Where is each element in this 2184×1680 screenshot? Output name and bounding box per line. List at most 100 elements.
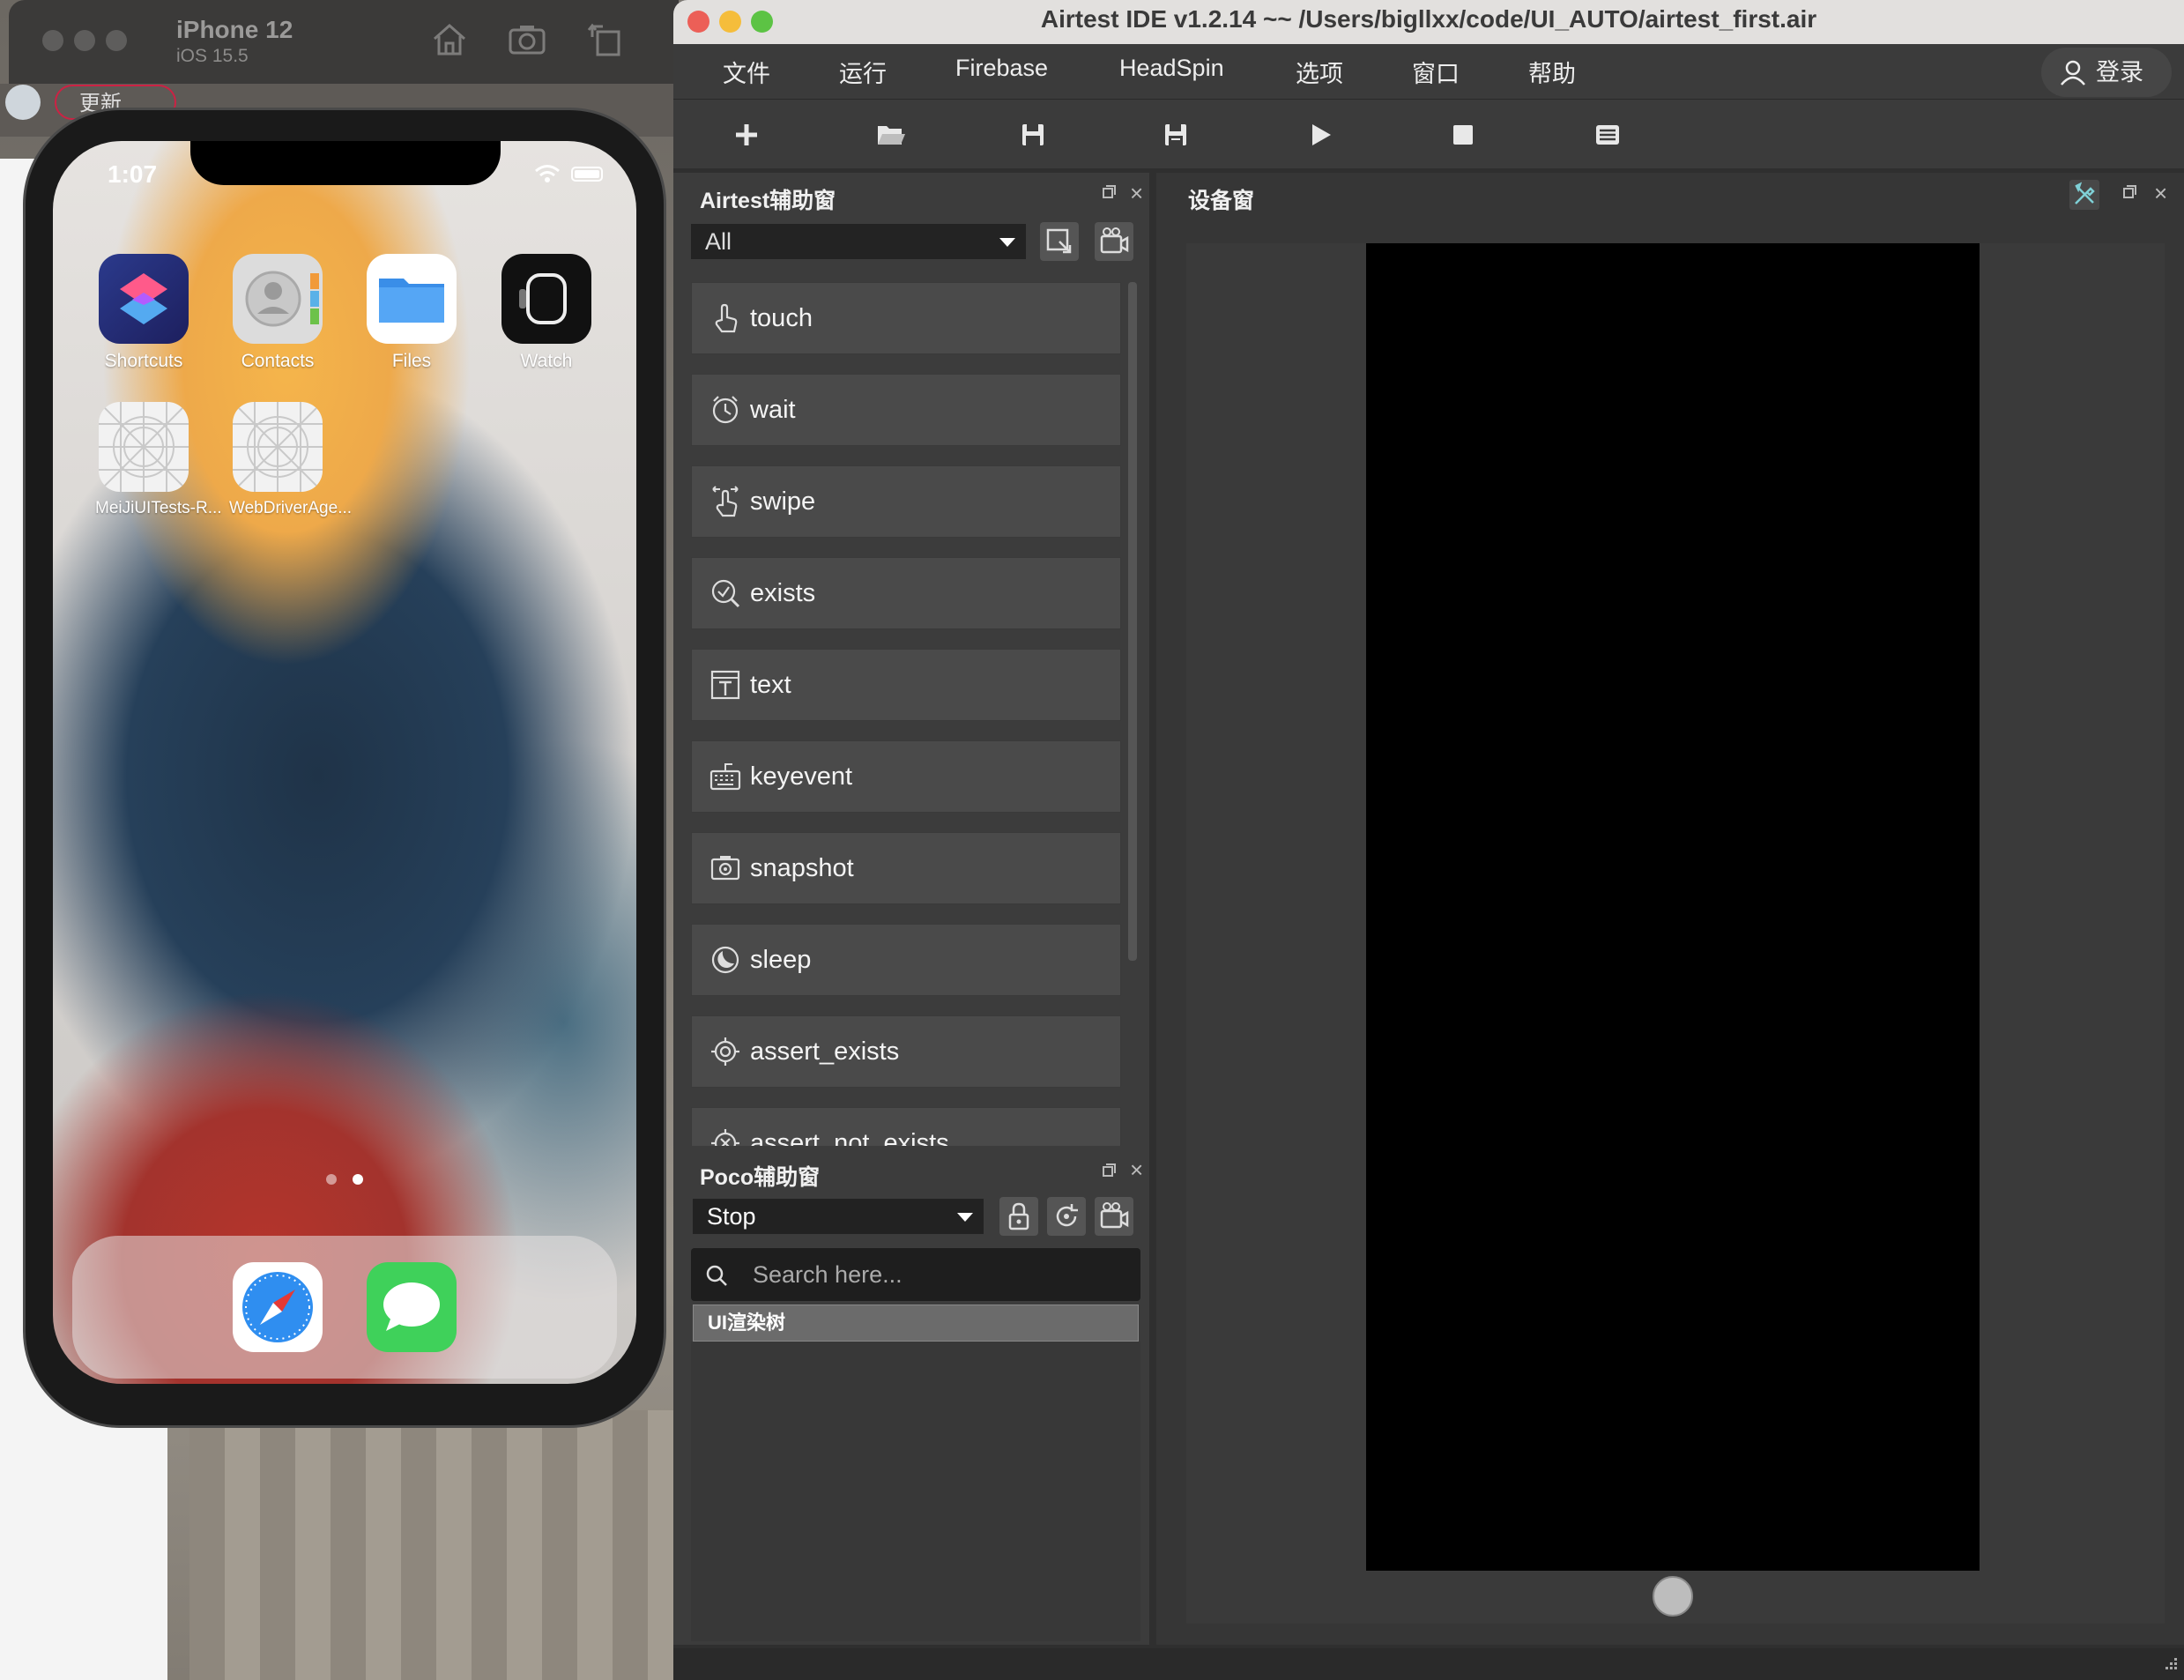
minimize-window-button[interactable] xyxy=(74,30,95,51)
device-panel: 设备窗 × xyxy=(1156,173,2184,1645)
app-webdriveragent[interactable]: WebDriverAge... xyxy=(229,402,352,518)
camera-icon[interactable] xyxy=(505,18,549,62)
device-view-area xyxy=(1186,243,2165,1624)
placeholder-app-icon xyxy=(99,402,189,492)
app-watch[interactable]: Watch xyxy=(498,254,595,372)
menu-run[interactable]: 运行 xyxy=(839,55,887,89)
chevron-down-icon xyxy=(999,238,1015,247)
iphone-screen[interactable]: Shortcuts Contacts Files Watch MeiJiUITe… xyxy=(53,141,636,1384)
menu-options[interactable]: 选项 xyxy=(1296,55,1343,89)
login-button[interactable]: 登录 xyxy=(2041,48,2172,97)
battery-icon xyxy=(571,167,603,182)
api-filter-select[interactable]: All xyxy=(691,224,1026,259)
poco-helper-panel: Poco辅助窗 × Stop Search here... UI渲染树 xyxy=(673,1151,1149,1645)
poco-mode-select[interactable]: Stop xyxy=(693,1199,984,1234)
login-label: 登录 xyxy=(2096,59,2143,85)
device-screen[interactable] xyxy=(1366,243,1980,1571)
page-indicator-dot-active[interactable] xyxy=(353,1174,363,1185)
moon-icon xyxy=(709,944,741,976)
select-region-icon[interactable] xyxy=(1040,222,1079,261)
new-file-icon[interactable] xyxy=(729,117,764,152)
app-contacts[interactable]: Contacts xyxy=(229,254,326,372)
api-button-sleep[interactable]: sleep xyxy=(691,924,1121,996)
poco-search-input[interactable]: Search here... xyxy=(691,1248,1140,1301)
api-list-scrollbar[interactable] xyxy=(1128,282,1137,961)
api-button-keyevent[interactable]: keyevent xyxy=(691,740,1121,813)
watch-icon xyxy=(501,254,591,344)
close-panel-icon[interactable]: × xyxy=(1130,180,1143,207)
app-shortcuts[interactable]: Shortcuts xyxy=(95,254,192,372)
save-icon[interactable] xyxy=(1015,117,1051,152)
close-window-button[interactable] xyxy=(42,30,63,51)
api-button-text[interactable]: text xyxy=(691,649,1121,721)
api-button-snapshot[interactable]: snapshot xyxy=(691,832,1121,904)
float-panel-icon[interactable] xyxy=(2122,185,2136,199)
record-icon[interactable] xyxy=(1095,1197,1133,1236)
home-icon[interactable] xyxy=(427,18,472,62)
menu-help[interactable]: 帮助 xyxy=(1528,55,1576,89)
menu-window[interactable]: 窗口 xyxy=(1412,55,1460,89)
close-panel-icon[interactable]: × xyxy=(1130,1156,1143,1184)
keyboard-icon xyxy=(709,761,741,792)
api-label: snapshot xyxy=(750,854,854,882)
panel-title: 设备窗 xyxy=(1188,189,1255,213)
app-files[interactable]: Files xyxy=(363,254,460,372)
api-list: touch wait swipe exists text keyevent sn… xyxy=(673,279,1127,1146)
close-panel-icon[interactable]: × xyxy=(2154,180,2167,207)
api-button-assert-not-exists[interactable]: assert_not_exists xyxy=(691,1107,1121,1146)
api-label: assert_exists xyxy=(750,1037,900,1066)
ide-titlebar: Airtest IDE v1.2.14 ~~ /Users/bigllxx/co… xyxy=(673,0,2184,44)
api-button-swipe[interactable]: swipe xyxy=(691,465,1121,538)
resize-grip-icon[interactable] xyxy=(2159,1655,2179,1675)
api-label: text xyxy=(750,671,791,699)
menu-firebase[interactable]: Firebase xyxy=(955,55,1048,82)
api-label: assert_not_exists xyxy=(750,1129,949,1146)
touch-icon xyxy=(709,302,741,334)
ui-tree-area[interactable] xyxy=(691,1342,1140,1641)
phone-notch xyxy=(190,141,501,185)
float-panel-icon[interactable] xyxy=(1102,1163,1116,1178)
menu-headspin[interactable]: HeadSpin xyxy=(1119,55,1224,82)
device-home-button[interactable] xyxy=(1653,1576,1693,1617)
api-button-assert-exists[interactable]: assert_exists xyxy=(691,1015,1121,1088)
simulator-os-version: iOS 15.5 xyxy=(176,46,249,66)
tree-node-label: UI渲染树 xyxy=(708,1312,786,1334)
search-placeholder: Search here... xyxy=(753,1261,903,1288)
simulator-titlebar: iPhone 12 iOS 15.5 xyxy=(9,0,679,84)
ui-tree-root[interactable]: UI渲染树 xyxy=(693,1305,1139,1342)
device-settings-icon[interactable] xyxy=(2069,180,2099,210)
placeholder-app-icon xyxy=(233,402,323,492)
float-panel-icon[interactable] xyxy=(1102,185,1116,199)
refresh-icon[interactable] xyxy=(1047,1197,1086,1236)
menu-bar: 文件 运行 Firebase HeadSpin 选项 窗口 帮助 登录 xyxy=(673,44,2184,99)
record-icon[interactable] xyxy=(1095,222,1133,261)
api-button-exists[interactable]: exists xyxy=(691,557,1121,629)
app-label: MeiJiUITests-R... xyxy=(95,499,222,517)
api-button-touch[interactable]: touch xyxy=(691,282,1121,354)
text-icon xyxy=(709,669,741,701)
avatar xyxy=(5,85,41,120)
status-time: 1:07 xyxy=(108,160,158,188)
shortcuts-icon xyxy=(99,254,189,344)
save-as-icon[interactable] xyxy=(1158,117,1193,152)
rotate-icon[interactable] xyxy=(583,18,628,62)
open-folder-icon[interactable] xyxy=(873,117,908,152)
api-label: exists xyxy=(750,579,816,607)
camera-icon xyxy=(709,852,741,884)
chevron-down-icon xyxy=(957,1213,973,1222)
zoom-window-button[interactable] xyxy=(106,30,127,51)
phone-dock xyxy=(72,1236,617,1379)
run-icon[interactable] xyxy=(1303,117,1338,152)
search-icon xyxy=(706,1265,727,1286)
window-title: Airtest IDE v1.2.14 ~~ /Users/bigllxx/co… xyxy=(1040,5,1817,33)
log-icon[interactable] xyxy=(1590,117,1625,152)
api-button-wait[interactable]: wait xyxy=(691,374,1121,446)
status-bar xyxy=(673,1648,2184,1680)
page-indicator-dot[interactable] xyxy=(326,1174,337,1185)
messages-icon[interactable] xyxy=(367,1262,457,1352)
stop-icon[interactable] xyxy=(1445,117,1481,152)
menu-file[interactable]: 文件 xyxy=(723,55,770,89)
lock-icon[interactable] xyxy=(999,1197,1038,1236)
app-meijiuitests[interactable]: MeiJiUITests-R... xyxy=(95,402,222,518)
safari-icon[interactable] xyxy=(233,1262,323,1352)
